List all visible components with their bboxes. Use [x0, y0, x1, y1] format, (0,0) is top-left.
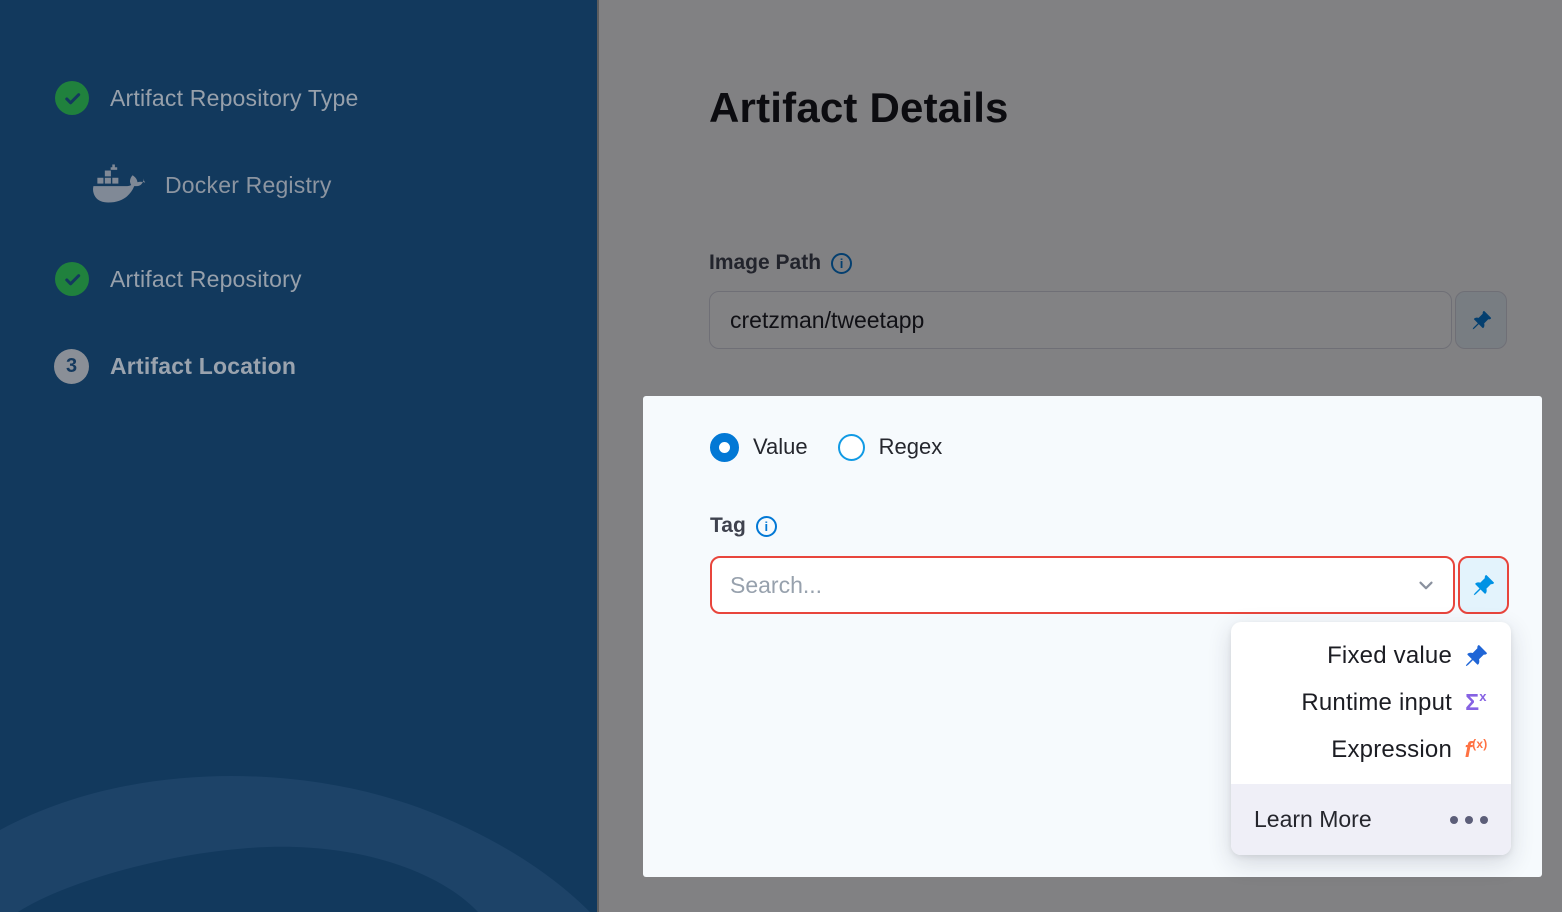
pushpin-icon	[1472, 574, 1495, 597]
tag-label-text: Tag	[710, 514, 746, 538]
step-number-badge: 3	[54, 349, 89, 384]
value-radio-label[interactable]: Value	[753, 434, 808, 460]
tag-type-radio-group: Value Regex	[710, 432, 942, 462]
dropdown-menu-footer: Learn More	[1231, 784, 1511, 855]
step-label: Artifact Location	[110, 353, 296, 380]
menu-item-label: Runtime input	[1301, 689, 1452, 717]
tag-search-input[interactable]	[730, 572, 1407, 599]
menu-item-expression[interactable]: Expression f(x)	[1231, 726, 1511, 773]
sidebar-step-docker-registry[interactable]: Docker Registry	[92, 163, 332, 207]
value-radio[interactable]	[710, 433, 739, 462]
more-options-icon[interactable]	[1450, 816, 1488, 824]
menu-item-runtime-input[interactable]: Runtime input Σx	[1231, 679, 1511, 726]
sidebar-wave-decoration	[0, 752, 597, 912]
regex-radio-label[interactable]: Regex	[879, 434, 943, 460]
chevron-down-icon[interactable]	[1415, 574, 1437, 596]
sidebar-step-artifact-repository-type[interactable]: Artifact Repository Type	[55, 81, 359, 115]
menu-item-label: Fixed value	[1327, 642, 1452, 670]
input-type-dropdown-menu: Fixed value Runtime input Σx Expression …	[1231, 622, 1511, 855]
menu-item-fixed-value[interactable]: Fixed value	[1231, 632, 1511, 679]
sidebar-step-artifact-location[interactable]: 3 Artifact Location	[54, 349, 296, 384]
step-label: Artifact Repository	[110, 266, 302, 293]
menu-item-label: Expression	[1331, 736, 1452, 764]
sidebar-step-artifact-repository[interactable]: Artifact Repository	[55, 262, 302, 296]
info-icon[interactable]: i	[756, 516, 777, 537]
docker-whale-icon	[92, 163, 148, 207]
tag-label: Tag i	[710, 514, 777, 538]
step-complete-check-icon	[55, 262, 89, 296]
tag-select-row	[710, 556, 1509, 614]
pushpin-icon	[1463, 644, 1489, 668]
tag-pin-button[interactable]	[1458, 556, 1509, 614]
tag-select-field[interactable]	[710, 556, 1455, 614]
step-label: Docker Registry	[165, 172, 332, 199]
step-complete-check-icon	[55, 81, 89, 115]
learn-more-link[interactable]: Learn More	[1254, 806, 1372, 833]
sigma-x-icon: Σx	[1463, 689, 1489, 716]
tag-spotlight-panel: Value Regex Tag i Fixed value	[643, 396, 1542, 877]
f-of-x-icon: f(x)	[1463, 737, 1489, 763]
regex-radio[interactable]	[838, 434, 865, 461]
step-label: Artifact Repository Type	[110, 85, 359, 112]
wizard-sidebar: Artifact Repository Type Docker Registry…	[0, 0, 597, 912]
